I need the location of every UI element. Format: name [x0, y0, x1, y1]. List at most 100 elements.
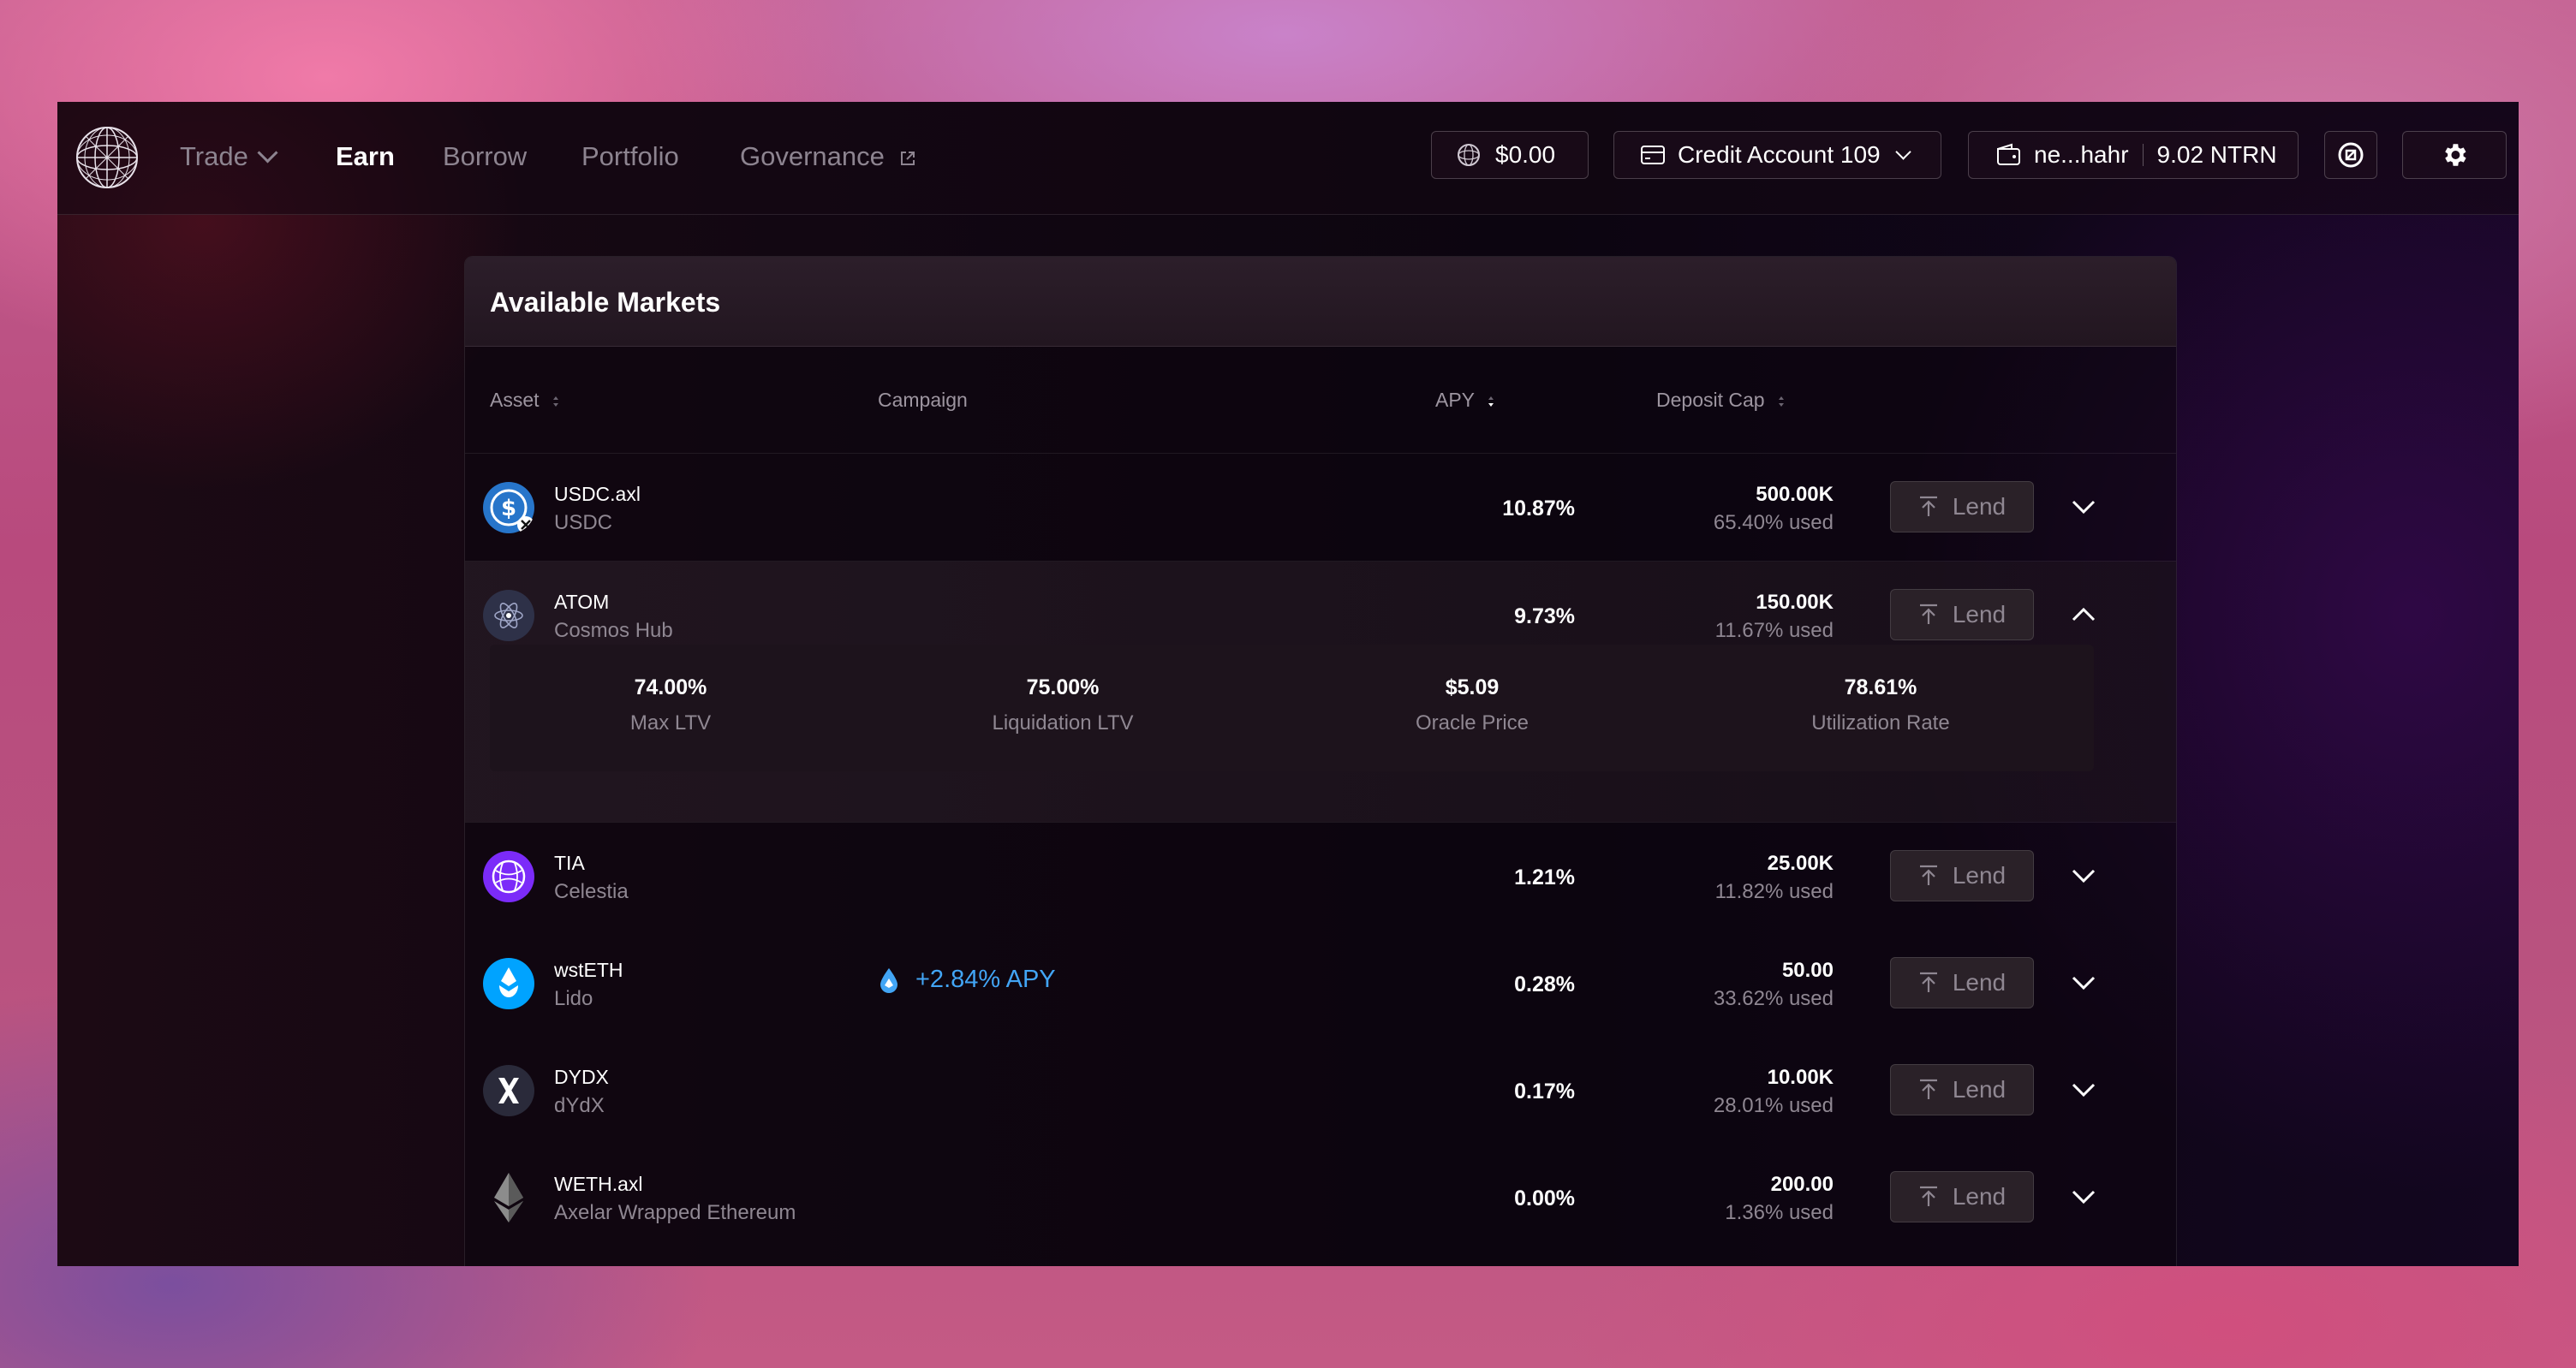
column-header-apy[interactable]: APY	[1435, 389, 1495, 412]
atom-icon	[483, 590, 534, 641]
asset-symbol: ATOM	[554, 591, 610, 613]
dydx-icon	[483, 1065, 534, 1116]
chevron-down-icon[interactable]	[2066, 966, 2101, 1000]
upload-arrow-icon	[1919, 604, 1937, 624]
sort-icon	[552, 396, 558, 407]
lend-button[interactable]: Lend	[1890, 481, 2034, 532]
deposit-cap-used: 11.82% used	[1714, 880, 1834, 903]
apy-value: 10.87%	[1502, 497, 1575, 520]
external-link-icon	[900, 152, 915, 165]
market-row-usdc[interactable]: $ USDC.axl USDC 10.87% 500.00K 65.40% us…	[465, 454, 2176, 561]
deposit-cap-used: 1.36% used	[1725, 1201, 1834, 1224]
campaign-badge: +2.84% APY	[878, 966, 1056, 994]
market-row-weth[interactable]: WETH.axl Axelar Wrapped Ethereum 0.00% 2…	[465, 1144, 2176, 1251]
market-row-dydx[interactable]: DYDX dYdX 0.17% 10.00K 28.01% used Lend	[465, 1037, 2176, 1144]
deposit-cap-value: 200.00	[1770, 1173, 1834, 1196]
upload-arrow-icon	[1919, 1079, 1937, 1099]
asset-name: dYdX	[554, 1094, 605, 1117]
column-header-deposit-cap[interactable]: Deposit Cap	[1656, 389, 1786, 412]
column-header-asset[interactable]: Asset	[490, 389, 560, 412]
asset-symbol: USDC.axl	[554, 483, 641, 505]
column-asset-label: Asset	[490, 389, 540, 411]
nav-governance[interactable]: Governance	[740, 140, 916, 174]
asset-name: Axelar Wrapped Ethereum	[554, 1201, 796, 1224]
deposit-cap-value: 10.00K	[1767, 1066, 1834, 1089]
wallet-balance: 9.02 NTRN	[2156, 141, 2277, 168]
deposit-cap-used: 11.67% used	[1714, 619, 1834, 642]
panel-title: Available Markets	[490, 287, 721, 318]
nav-borrow[interactable]: Borrow	[443, 140, 527, 174]
usdc-icon: $	[483, 482, 534, 533]
upload-arrow-icon	[1919, 865, 1937, 885]
upload-arrow-icon	[1919, 496, 1937, 516]
rewards-button[interactable]	[2324, 131, 2377, 179]
apy-value: 0.28%	[1514, 972, 1575, 996]
lido-icon	[483, 958, 534, 1009]
deposit-cap-used: 33.62% used	[1713, 987, 1834, 1010]
tia-icon	[483, 851, 534, 902]
lend-button[interactable]: Lend	[1890, 850, 2034, 901]
credit-card-icon	[1641, 146, 1665, 164]
column-header-campaign: Campaign	[878, 389, 968, 411]
market-details: 74.00% Max LTV 75.00% Liquidation LTV $5…	[490, 645, 2094, 771]
asset-name: Celestia	[554, 880, 629, 903]
account-balance-button[interactable]: $0.00	[1431, 131, 1589, 179]
chevron-up-icon[interactable]	[2066, 598, 2101, 632]
settings-button[interactable]	[2402, 131, 2507, 179]
apy-value: 0.17%	[1514, 1080, 1575, 1103]
deposit-cap-value: 150.00K	[1756, 591, 1834, 614]
balance-value: $0.00	[1495, 141, 1556, 168]
lend-label: Lend	[1952, 601, 2007, 627]
chevron-down-icon[interactable]	[2066, 1073, 2101, 1107]
mars-token-icon	[1458, 144, 1480, 166]
deposit-cap-used: 65.40% used	[1713, 511, 1834, 534]
lend-button[interactable]: Lend	[1890, 1171, 2034, 1222]
gear-icon	[2445, 144, 2466, 166]
credit-account-selector[interactable]: Credit Account 109	[1613, 131, 1941, 179]
available-markets-panel: Available Markets Asset Campaign APY Dep…	[464, 256, 2177, 1266]
deposit-cap-value: 25.00K	[1767, 852, 1834, 875]
nav-trade[interactable]: Trade	[180, 140, 278, 174]
deposit-cap-used: 28.01% used	[1713, 1094, 1834, 1117]
column-deposit-cap-label: Deposit Cap	[1656, 389, 1765, 411]
market-row-wsteth[interactable]: wstETH Lido +2.84% APY 0.28% 50.00 33.62…	[465, 930, 2176, 1037]
lend-button[interactable]: Lend	[1890, 957, 2034, 1008]
lend-button[interactable]: Lend	[1890, 589, 2034, 640]
lido-drop-icon	[880, 967, 897, 993]
nav-governance-label: Governance	[740, 141, 885, 171]
lend-button[interactable]: Lend	[1890, 1064, 2034, 1115]
asset-name: USDC	[554, 511, 613, 534]
sort-descending-icon	[1488, 396, 1494, 407]
utilization-rate-label: Utilization Rate	[1811, 711, 1950, 735]
upload-arrow-icon	[1919, 972, 1937, 992]
nav-portfolio[interactable]: Portfolio	[581, 140, 679, 174]
svg-text:$: $	[501, 496, 516, 521]
nav-trade-label: Trade	[180, 141, 248, 171]
deposit-cap-value: 50.00	[1781, 959, 1834, 982]
chevron-down-icon[interactable]	[2066, 859, 2101, 893]
eth-icon	[494, 1173, 523, 1222]
liquidation-ltv-label: Liquidation LTV	[992, 711, 1134, 735]
asset-symbol: TIA	[554, 852, 585, 874]
lend-label: Lend	[1952, 862, 2007, 889]
max-ltv-label: Max LTV	[629, 711, 712, 735]
chevron-down-icon	[1894, 143, 1911, 160]
column-apy-label: APY	[1435, 389, 1475, 411]
panel-header: Available Markets	[465, 257, 2176, 347]
chevron-down-icon[interactable]	[2066, 1180, 2101, 1214]
wallet-button[interactable]: ne...hahr 9.02 NTRN	[1968, 131, 2299, 179]
rewards-icon	[2338, 142, 2364, 168]
chevron-down-icon	[257, 142, 278, 164]
wallet-icon	[1997, 143, 2020, 165]
chevron-down-icon[interactable]	[2066, 490, 2101, 524]
apy-value: 9.73%	[1514, 604, 1575, 628]
oracle-price-label: Oracle Price	[1415, 711, 1530, 735]
liquidation-ltv-value: 75.00%	[1026, 675, 1100, 699]
asset-symbol: WETH.axl	[554, 1173, 643, 1195]
asset-symbol: DYDX	[554, 1066, 609, 1088]
nav-earn[interactable]: Earn	[336, 140, 395, 174]
mars-logo-icon[interactable]	[75, 125, 140, 190]
lend-label: Lend	[1952, 1183, 2007, 1210]
credit-account-label: Credit Account 109	[1678, 141, 1881, 168]
market-row-tia[interactable]: TIA Celestia 1.21% 25.00K 11.82% used Le…	[465, 823, 2176, 930]
